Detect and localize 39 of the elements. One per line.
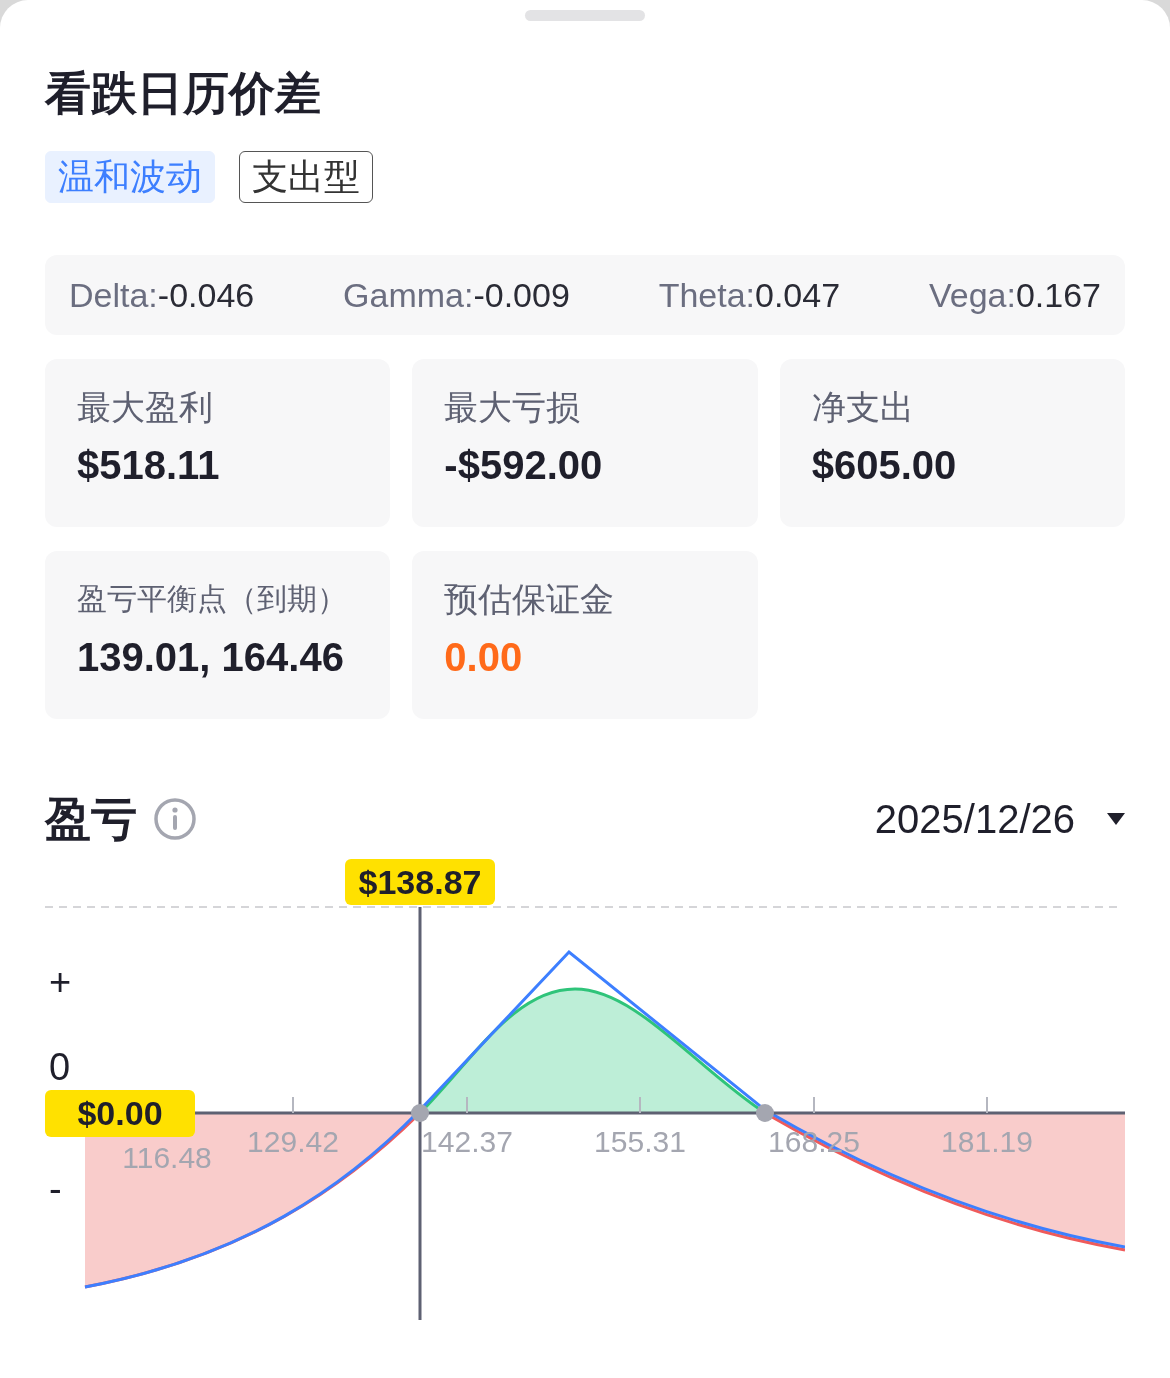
stat-label: 盈亏平衡点（到期） bbox=[77, 581, 348, 617]
caret-icon bbox=[1107, 813, 1125, 825]
stat-value: -$592.00 bbox=[444, 442, 604, 489]
y-axis-label: 0 bbox=[49, 1045, 71, 1089]
x-axis-label: 155.31 bbox=[594, 1125, 686, 1159]
stat-label: 最大盈利 bbox=[77, 387, 214, 428]
greek-label: Gamma: bbox=[343, 274, 474, 316]
x-axis-label: 129.42 bbox=[247, 1125, 339, 1159]
greek-label: Delta: bbox=[69, 274, 158, 316]
section-title: 盈亏 bbox=[45, 792, 137, 847]
price-line[interactable] bbox=[418, 907, 422, 1320]
strategy-title: 看跌日历价差 bbox=[45, 66, 321, 121]
zero-marker: $0.00 bbox=[45, 1090, 195, 1137]
x-axis-label: 116.48 bbox=[122, 1141, 212, 1175]
stat-value: 0.00 bbox=[444, 634, 524, 681]
stat-label: 预估保证金 bbox=[444, 579, 616, 620]
breakeven-point bbox=[756, 1104, 774, 1122]
y-axis-label: - bbox=[49, 1167, 62, 1211]
greek-value: -0.009 bbox=[473, 274, 570, 316]
greek-label: Theta: bbox=[658, 274, 755, 316]
stat-value: $605.00 bbox=[811, 442, 958, 489]
breakeven-point bbox=[411, 1104, 429, 1122]
strategy-tag: 温和波动 bbox=[45, 151, 215, 203]
stat-value: 139.01, 164.46 bbox=[77, 634, 345, 681]
drag-handle[interactable] bbox=[525, 10, 645, 21]
stat-label: 净支出 bbox=[811, 387, 915, 428]
greek-label: Vega: bbox=[928, 274, 1016, 316]
greek-value: 0.047 bbox=[755, 274, 841, 316]
x-axis-label: 142.37 bbox=[421, 1125, 513, 1159]
x-axis-label: 181.19 bbox=[941, 1125, 1033, 1159]
y-axis-label: + bbox=[49, 960, 72, 1004]
stat-label: 最大亏损 bbox=[444, 387, 582, 428]
price-marker: $138.87 bbox=[345, 859, 495, 905]
info-icon[interactable] bbox=[153, 797, 197, 841]
greek-value: 0.167 bbox=[1015, 274, 1101, 316]
stat-value: $518.11 bbox=[77, 442, 221, 489]
date-dropdown[interactable]: 2025/12/26 bbox=[874, 789, 1125, 849]
strategy-tag: 支出型 bbox=[239, 151, 373, 203]
greek-value: -0.046 bbox=[157, 274, 255, 316]
